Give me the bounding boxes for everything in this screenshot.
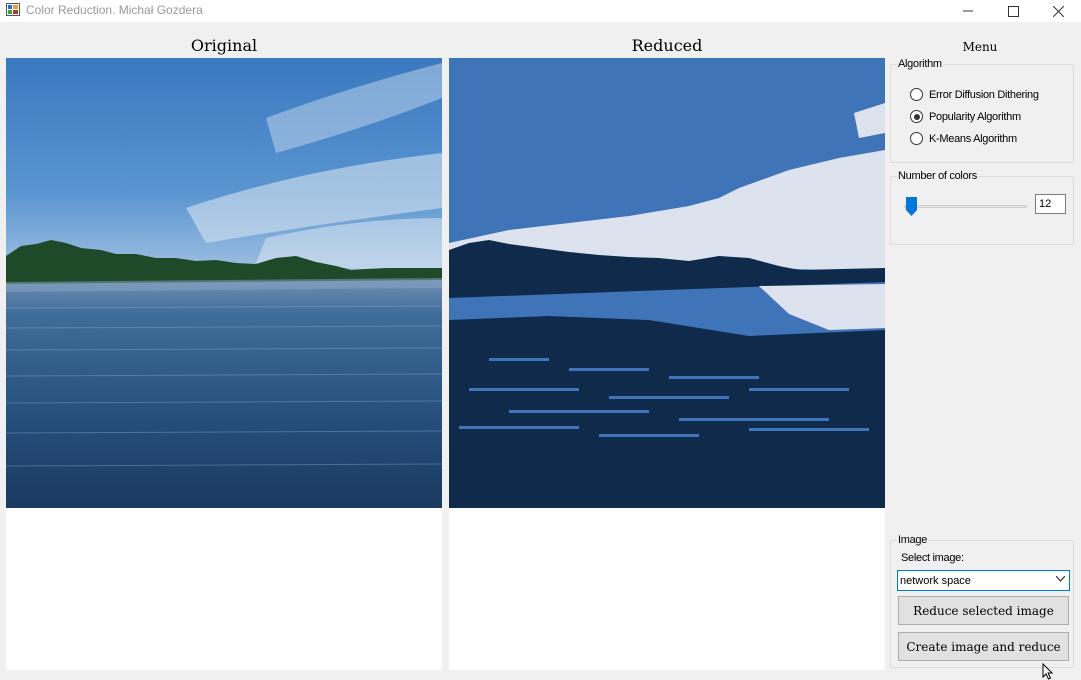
image-legend: Image — [897, 534, 929, 546]
image-select-value: network space — [900, 575, 971, 587]
radio-label: Popularity Algorithm — [929, 110, 1021, 123]
original-title: Original — [190, 36, 258, 55]
radio-circle — [910, 110, 923, 123]
original-image — [6, 58, 442, 508]
radio-circle — [910, 132, 923, 145]
chevron-down-icon — [1056, 576, 1065, 582]
maximize-icon — [1007, 5, 1019, 17]
maximize-button[interactable] — [990, 0, 1036, 22]
select-image-label: Select image: — [901, 552, 964, 564]
image-select[interactable]: network space — [897, 570, 1070, 591]
reduced-image-panel — [449, 58, 885, 670]
reduced-title: Reduced — [631, 36, 703, 55]
window-title: Color Reduction. Michał Gozdera — [26, 3, 203, 17]
close-button[interactable] — [1035, 0, 1081, 22]
minimize-button[interactable] — [945, 0, 991, 22]
app-icon — [6, 3, 20, 16]
title-bar: Color Reduction. Michał Gozdera — [0, 0, 1081, 22]
radio-circle — [910, 88, 923, 101]
close-icon — [1052, 5, 1064, 17]
radio-label: K-Means Algorithm — [929, 132, 1017, 145]
radio-popularity[interactable]: Popularity Algorithm — [910, 110, 1021, 123]
original-image-panel — [6, 58, 442, 670]
colors-slider-thumb[interactable] — [906, 197, 917, 216]
minimize-icon — [963, 10, 973, 12]
radio-k-means[interactable]: K-Means Algorithm — [910, 132, 1017, 145]
radio-error-diffusion[interactable]: Error Diffusion Dithering — [910, 88, 1039, 101]
algorithm-legend: Algorithm — [897, 58, 943, 70]
colors-slider-track[interactable] — [904, 205, 1027, 208]
colors-legend: Number of colors — [897, 170, 978, 182]
radio-label: Error Diffusion Dithering — [929, 88, 1039, 101]
colors-count-input[interactable]: 12 — [1035, 194, 1066, 214]
reduced-image — [449, 58, 885, 508]
create-and-reduce-button[interactable]: Create image and reduce — [898, 632, 1069, 661]
reduce-selected-button[interactable]: Reduce selected image — [898, 596, 1069, 625]
menu-title: Menu — [962, 40, 998, 54]
mouse-cursor-icon — [1042, 663, 1054, 680]
